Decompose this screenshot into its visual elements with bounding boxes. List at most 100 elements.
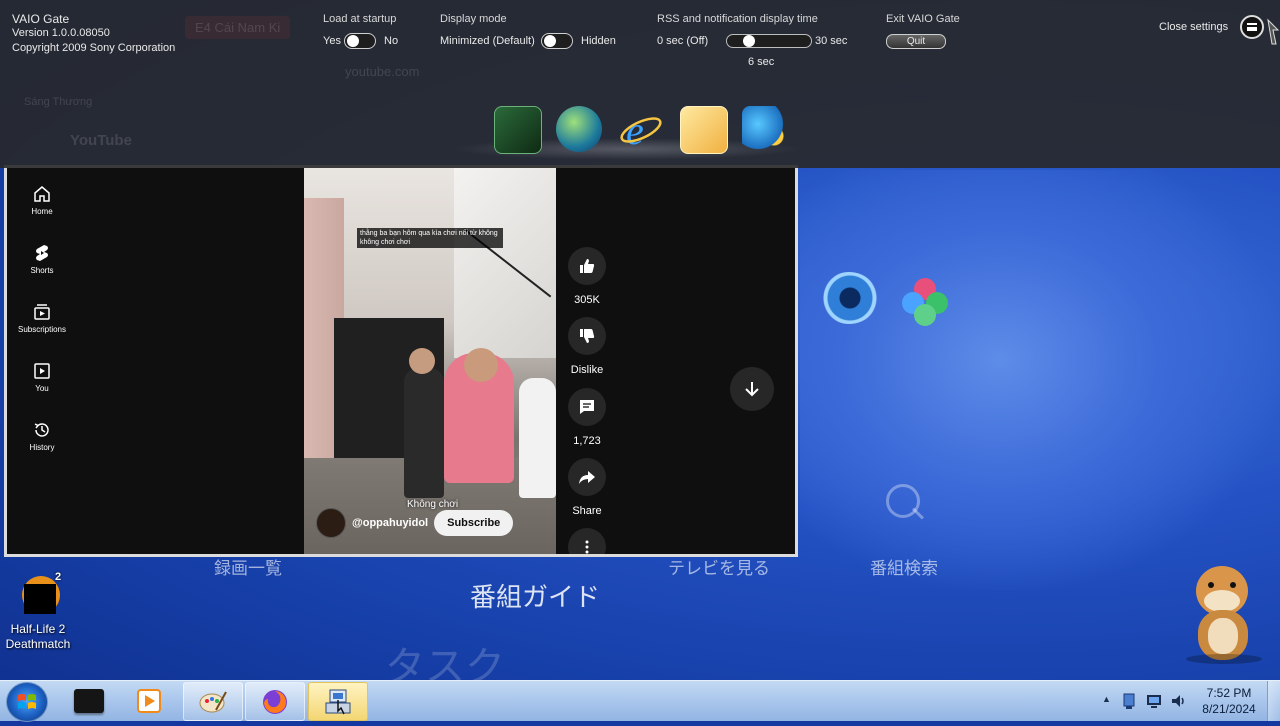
wallpaper-clover-icon	[902, 278, 948, 330]
comments-button[interactable]: 1,723	[562, 388, 612, 447]
taskbar-firefox[interactable]	[245, 682, 305, 721]
app-version: Version 1.0.0.08050	[12, 27, 110, 39]
home-icon	[34, 186, 50, 202]
load-startup-no-label: No	[384, 35, 399, 47]
firefox-icon	[263, 689, 287, 714]
clock-date: 8/21/2024	[1202, 702, 1256, 716]
arrow-down-icon	[745, 382, 759, 397]
channel-row: @oppahuyidol Subscribe	[316, 508, 514, 538]
dock-windows-live-icon[interactable]	[742, 106, 788, 152]
display-mode-minimized-label: Minimized (Default)	[440, 35, 535, 47]
dislike-label: Dislike	[570, 364, 604, 376]
vaio-gate-settings-panel: E4 Cái Nam Ki youtube.com Sáng Thương Yo…	[0, 0, 1280, 168]
show-desktop-button[interactable]	[1267, 681, 1280, 721]
sidebar-item-home[interactable]: Home	[7, 184, 77, 216]
next-short-button[interactable]	[730, 367, 774, 411]
you-icon	[34, 363, 50, 379]
rss-display-time-slider[interactable]	[726, 34, 812, 48]
like-button[interactable]: 305K	[562, 247, 612, 306]
app-box-icon	[74, 688, 104, 713]
comment-icon	[580, 400, 594, 414]
taskbar-media-player[interactable]	[120, 682, 178, 719]
close-settings-link[interactable]: Close settings	[1159, 21, 1228, 33]
rss-header: RSS and notification display time	[657, 13, 818, 25]
display-mode-toggle[interactable]	[541, 33, 573, 49]
app-title: VAIO Gate	[12, 12, 70, 26]
wallpaper-guide-label: 番組ガイド	[470, 582, 601, 612]
app-copyright: Copyright 2009 Sony Corporation	[12, 42, 176, 54]
clock-time: 7:52 PM	[1206, 686, 1252, 700]
ghost-browser-tab: E4 Cái Nam Ki	[185, 16, 291, 39]
dock-mail-icon[interactable]	[680, 106, 728, 154]
icon-badge: 2	[54, 571, 62, 583]
dock-ie-icon[interactable]: e	[618, 106, 664, 153]
sidebar-item-shorts[interactable]: Shorts	[7, 243, 77, 275]
subscriptions-icon	[34, 304, 50, 320]
video-caption-top: thằng ba bạn hôm qua kìa chơi nổi từ khô…	[357, 228, 503, 248]
dock-app-icon[interactable]	[494, 106, 542, 154]
tray-expand-arrow[interactable]: ▲	[1102, 694, 1111, 704]
more-actions-button[interactable]	[562, 528, 612, 554]
slider-thumb[interactable]	[743, 35, 756, 47]
sidebar-item-label: Subscriptions	[17, 325, 67, 334]
dislike-button[interactable]: Dislike	[562, 317, 612, 376]
sidebar-item-label: Shorts	[30, 266, 54, 275]
load-startup-header: Load at startup	[323, 13, 397, 25]
cursor-arrow-icon	[1267, 18, 1280, 45]
taskbar-vaio-gate-app[interactable]	[308, 682, 368, 721]
wallpaper-character	[800, 170, 1280, 590]
shorts-video-player[interactable]: thằng ba bạn hôm qua kìa chơi nổi từ khô…	[304, 168, 556, 554]
channel-name[interactable]: @oppahuyidol	[352, 517, 428, 529]
settings-toggle-button[interactable]	[1240, 15, 1264, 39]
sidebar-item-label: You	[35, 384, 49, 393]
desktop-icon-half-life-2[interactable]: 2 Half-Life 2 Deathmatch	[2, 570, 74, 652]
like-count: 305K	[574, 294, 600, 306]
sidebar-item-label: Home	[31, 207, 53, 216]
display-mode-header: Display mode	[440, 13, 507, 25]
subscribe-button[interactable]: Subscribe	[434, 510, 514, 536]
rss-min-label: 0 sec (Off)	[657, 35, 709, 47]
tray-monitor-icon[interactable]	[1145, 692, 1163, 710]
sidebar-item-label: History	[29, 443, 55, 452]
start-button[interactable]	[6, 682, 48, 722]
taskbar-app-black-box[interactable]	[60, 682, 118, 719]
wallpaper-eye	[820, 272, 878, 324]
vaio-gate-app-icon	[325, 689, 351, 714]
svg-text:e: e	[626, 108, 644, 152]
load-startup-yes-label: Yes	[323, 35, 341, 47]
sidebar-item-you[interactable]: You	[7, 361, 77, 393]
thumbs-up-icon	[580, 259, 595, 273]
ghost-youtube-logo: YouTube	[70, 132, 132, 149]
sidebar-item-history[interactable]: History	[7, 420, 77, 452]
taskbar-clock[interactable]: 7:52 PM 8/21/2024	[1190, 685, 1268, 717]
paint-icon	[199, 691, 227, 712]
ghost-bookmark: Sáng Thương	[24, 96, 93, 108]
exit-header: Exit VAIO Gate	[886, 13, 960, 25]
media-player-icon	[137, 688, 161, 713]
desktop-icon-label: Half-Life 2 Deathmatch	[5, 622, 71, 651]
share-button[interactable]: Share	[562, 458, 612, 517]
ghost-url: youtube.com	[345, 64, 420, 79]
rss-max-label: 30 sec	[815, 35, 848, 47]
rss-current-value: 6 sec	[748, 56, 775, 68]
tray-network-icon[interactable]	[1120, 692, 1138, 710]
shorts-icon	[36, 245, 48, 261]
thumbs-down-icon	[580, 329, 595, 343]
hamster-gadget[interactable]	[1178, 560, 1264, 664]
share-icon	[579, 471, 595, 484]
quit-button[interactable]: Quit	[886, 34, 946, 49]
windows-logo-icon	[18, 694, 36, 709]
taskbar-paint[interactable]	[183, 682, 243, 721]
more-vert-icon	[585, 540, 589, 554]
comment-count: 1,723	[573, 435, 601, 447]
history-icon	[34, 423, 49, 437]
taskbar: ▲ 7:52 PM 8/21/2024	[0, 680, 1280, 722]
half-life-icon: 2	[16, 570, 61, 614]
sidebar-item-subscriptions[interactable]: Subscriptions	[7, 302, 77, 334]
load-startup-toggle[interactable]	[344, 33, 376, 49]
tray-volume-icon[interactable]	[1170, 692, 1188, 710]
youtube-window: Home Shorts Subscriptions You History th…	[4, 165, 798, 557]
wallpaper-tv-label: テレビを見る	[668, 559, 770, 578]
avatar[interactable]	[316, 508, 346, 538]
dock-globe-icon[interactable]	[556, 106, 602, 152]
